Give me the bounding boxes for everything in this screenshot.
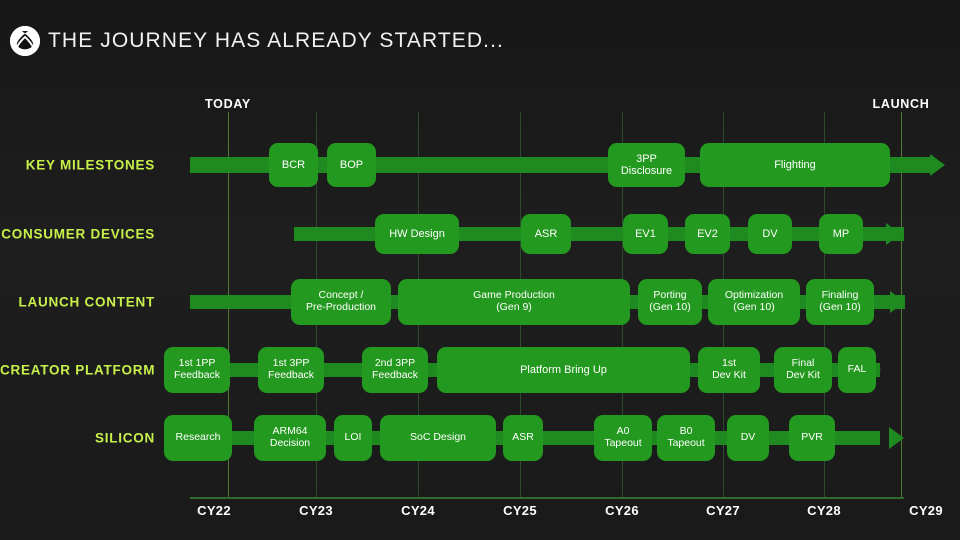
milestone-label: Platform Bring Up: [520, 363, 607, 376]
milestone-label: EV2: [697, 227, 718, 240]
milestone-label: B0 Tapeout: [667, 425, 705, 449]
lane-label-key-milestones: KEY MILESTONES: [25, 157, 155, 173]
milestone-consumer-devices-ev2[interactable]: EV2: [685, 214, 730, 254]
milestone-label: Concept / Pre-Production: [305, 289, 377, 313]
milestone-label: Flighting: [774, 158, 816, 171]
milestone-creator-platform-1st-dev-kit[interactable]: 1st Dev Kit: [698, 347, 760, 393]
lane-label-silicon: SILICON: [94, 430, 155, 446]
axis-tick-cy29: CY29: [909, 503, 943, 518]
milestone-consumer-devices-ev1[interactable]: EV1: [623, 214, 668, 254]
milestone-silicon-research[interactable]: Research: [164, 415, 232, 461]
lane-arrow-launch-content: [890, 291, 905, 313]
lane-label-consumer-devices: CONSUMER DEVICES: [1, 226, 155, 242]
milestone-label: A0 Tapeout: [604, 425, 642, 449]
milestone-silicon-soc-design[interactable]: SoC Design: [380, 415, 496, 461]
milestone-creator-platform-fal[interactable]: FAL: [838, 347, 876, 393]
milestone-launch-content-porting-gen-10[interactable]: Porting (Gen 10): [638, 279, 702, 325]
milestone-silicon-a0-tapeout[interactable]: A0 Tapeout: [594, 415, 652, 461]
lane-arrow-key-milestones: [930, 154, 945, 176]
lane-arrow-silicon: [889, 427, 904, 449]
milestone-label: EV1: [635, 227, 656, 240]
axis-tick-cy28: CY28: [807, 503, 841, 518]
milestone-label: DV: [740, 431, 756, 444]
milestone-launch-content-concept-pre-production[interactable]: Concept / Pre-Production: [291, 279, 391, 325]
slide-canvas: THE JOURNEY HAS ALREADY STARTED... TODAY…: [0, 0, 960, 540]
milestone-launch-content-game-production-gen-9[interactable]: Game Production (Gen 9): [398, 279, 630, 325]
milestone-label: ASR: [534, 227, 558, 240]
milestone-label: LOI: [344, 431, 362, 444]
marker-label-today: TODAY: [205, 97, 251, 111]
milestone-consumer-devices-asr[interactable]: ASR: [521, 214, 571, 254]
milestone-label: PVR: [801, 431, 823, 444]
milestone-label: 2nd 3PP Feedback: [371, 357, 419, 381]
milestone-label: BOP: [339, 158, 364, 171]
milestone-label: SoC Design: [409, 431, 467, 444]
milestone-label: Final Dev Kit: [786, 357, 820, 381]
milestone-label: 1st 1PP Feedback: [173, 357, 221, 381]
milestone-launch-content-finaling-gen-10[interactable]: Finaling (Gen 10): [806, 279, 874, 325]
milestone-label: DV: [762, 227, 778, 240]
axis-tick-cy24: CY24: [401, 503, 435, 518]
milestone-label: BCR: [281, 158, 306, 171]
xbox-logo-icon: [10, 26, 40, 56]
milestone-label: Research: [175, 431, 221, 444]
milestone-label: MP: [832, 227, 850, 240]
axis-tick-cy25: CY25: [503, 503, 537, 518]
milestone-consumer-devices-dv[interactable]: DV: [748, 214, 792, 254]
milestone-label: 1st 3PP Feedback: [267, 357, 315, 381]
milestone-label: HW Design: [389, 227, 445, 240]
milestone-silicon-b0-tapeout[interactable]: B0 Tapeout: [657, 415, 715, 461]
axis-tick-cy23: CY23: [299, 503, 333, 518]
lane-label-launch-content: LAUNCH CONTENT: [18, 294, 155, 310]
milestone-consumer-devices-mp[interactable]: MP: [819, 214, 863, 254]
milestone-creator-platform-1st-1pp-feedback[interactable]: 1st 1PP Feedback: [164, 347, 230, 393]
axis-tick-cy26: CY26: [605, 503, 639, 518]
lane-label-creator-platform: CREATOR PLATFORM: [0, 362, 156, 378]
milestone-silicon-pvr[interactable]: PVR: [789, 415, 835, 461]
milestone-launch-content-optimization-gen-10[interactable]: Optimization (Gen 10): [708, 279, 800, 325]
axis-tick-cy27: CY27: [706, 503, 740, 518]
marker-label-launch: LAUNCH: [872, 97, 930, 111]
milestone-silicon-arm64-decision[interactable]: ARM64 Decision: [254, 415, 326, 461]
milestone-creator-platform-1st-3pp-feedback[interactable]: 1st 3PP Feedback: [258, 347, 324, 393]
lane-arrow-consumer-devices: [886, 223, 901, 245]
milestone-creator-platform-platform-bring-up[interactable]: Platform Bring Up: [437, 347, 690, 393]
milestone-key-milestones-3pp-disclosure[interactable]: 3PP Disclosure: [608, 143, 685, 187]
milestone-key-milestones-bop[interactable]: BOP: [327, 143, 376, 187]
timeline-axis: [190, 497, 904, 499]
milestone-silicon-dv[interactable]: DV: [727, 415, 769, 461]
milestone-label: Porting (Gen 10): [649, 289, 691, 313]
milestone-key-milestones-flighting[interactable]: Flighting: [700, 143, 890, 187]
milestone-label: FAL: [847, 363, 867, 376]
milestone-creator-platform-2nd-3pp-feedback[interactable]: 2nd 3PP Feedback: [362, 347, 428, 393]
milestone-label: Optimization (Gen 10): [724, 289, 784, 313]
milestone-silicon-asr[interactable]: ASR: [503, 415, 543, 461]
milestone-label: Game Production (Gen 9): [473, 289, 555, 313]
milestone-label: ASR: [512, 431, 534, 444]
milestone-key-milestones-bcr[interactable]: BCR: [269, 143, 318, 187]
milestone-label: ARM64 Decision: [269, 425, 311, 449]
milestone-silicon-loi[interactable]: LOI: [334, 415, 372, 461]
milestone-label: 1st Dev Kit: [712, 357, 746, 381]
milestone-label: Finaling (Gen 10): [819, 289, 861, 313]
slide-header: THE JOURNEY HAS ALREADY STARTED...: [0, 0, 960, 78]
milestone-creator-platform-final-dev-kit[interactable]: Final Dev Kit: [774, 347, 832, 393]
page-title: THE JOURNEY HAS ALREADY STARTED...: [48, 29, 504, 52]
milestone-consumer-devices-hw-design[interactable]: HW Design: [375, 214, 459, 254]
milestone-label: 3PP Disclosure: [620, 152, 673, 177]
axis-tick-cy22: CY22: [197, 503, 231, 518]
